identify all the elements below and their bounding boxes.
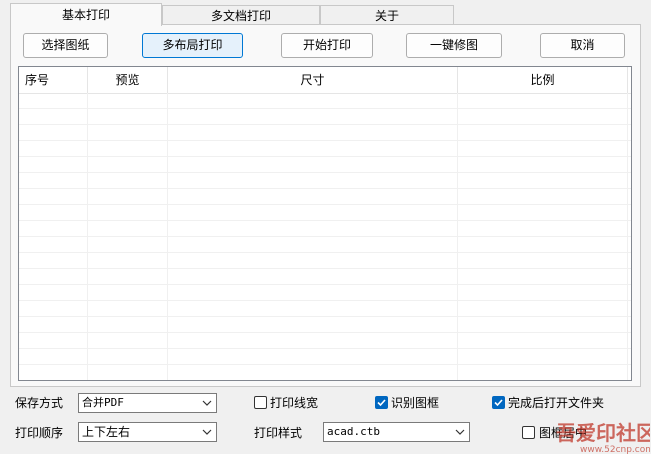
print-style-select[interactable]: acad.ctb — [323, 422, 470, 442]
tab-basic-print[interactable]: 基本打印 — [10, 3, 162, 26]
checkmark-icon — [494, 399, 503, 407]
column-header-size[interactable]: 尺寸 — [168, 67, 458, 93]
table-row[interactable] — [19, 205, 631, 221]
column-divider — [167, 93, 168, 380]
multi-layout-print-button[interactable]: 多布局打印 — [142, 33, 243, 58]
chevron-down-icon — [202, 400, 212, 406]
print-linewidth-label: 打印线宽 — [270, 396, 319, 410]
tab-about[interactable]: 关于 — [320, 5, 454, 25]
checkbox-box[interactable] — [254, 396, 267, 409]
table-row[interactable] — [19, 109, 631, 125]
table-row[interactable] — [19, 253, 631, 269]
print-linewidth-checkbox[interactable]: 打印线宽 — [254, 395, 334, 411]
column-divider — [87, 93, 88, 380]
column-divider — [457, 93, 458, 380]
table-row[interactable] — [19, 157, 631, 173]
table-row[interactable] — [19, 317, 631, 333]
table-row[interactable] — [19, 237, 631, 253]
table-row[interactable] — [19, 365, 631, 380]
table-header: 序号 预览 尺寸 比例 — [19, 67, 631, 94]
table-row[interactable] — [19, 141, 631, 157]
column-header-preview[interactable]: 预览 — [88, 67, 168, 93]
column-header-scale[interactable]: 比例 — [458, 67, 628, 93]
tab-label: 关于 — [374, 9, 399, 23]
print-style-value: acad.ctb — [327, 425, 380, 438]
checkbox-box[interactable] — [375, 396, 388, 409]
select-sheet-button[interactable]: 选择图纸 — [23, 33, 108, 58]
table-row[interactable] — [19, 349, 631, 365]
watermark-logo: 吾爱印社区 www.52cnp.com — [556, 421, 650, 454]
table-row[interactable] — [19, 269, 631, 285]
table-row[interactable] — [19, 125, 631, 141]
tab-multi-document-print[interactable]: 多文档打印 — [162, 5, 320, 25]
watermark-url: www.52cnp.com — [580, 445, 650, 454]
table-row[interactable] — [19, 189, 631, 205]
cancel-button[interactable]: 取消 — [540, 33, 625, 58]
save-mode-value: 合并PDF — [82, 396, 124, 409]
table-row[interactable] — [19, 93, 631, 109]
print-style-label: 打印样式 — [254, 426, 303, 440]
open-folder-checkbox[interactable]: 完成后打开文件夹 — [492, 395, 622, 411]
print-order-select[interactable]: 上下左右 — [78, 422, 217, 442]
column-header-index[interactable]: 序号 — [19, 67, 88, 93]
tab-label: 多文档打印 — [210, 9, 271, 23]
open-folder-label: 完成后打开文件夹 — [508, 396, 605, 410]
checkbox-box[interactable] — [492, 396, 505, 409]
one-click-fix-button[interactable]: 一键修图 — [406, 33, 502, 58]
table-row[interactable] — [19, 301, 631, 317]
watermark-text: 吾爱印社区 — [556, 421, 650, 445]
chevron-down-icon — [202, 429, 212, 435]
detect-frame-checkbox[interactable]: 识别图框 — [375, 395, 455, 411]
print-order-value: 上下左右 — [82, 425, 131, 439]
print-order-label: 打印顺序 — [15, 426, 64, 440]
table-row[interactable] — [19, 333, 631, 349]
start-print-button[interactable]: 开始打印 — [281, 33, 373, 58]
checkmark-icon — [377, 399, 386, 407]
tab-label: 基本打印 — [61, 8, 110, 22]
column-divider — [627, 93, 628, 380]
save-mode-select[interactable]: 合并PDF — [78, 393, 217, 413]
save-mode-label: 保存方式 — [15, 396, 64, 410]
drawing-list-table[interactable]: 序号 预览 尺寸 比例 — [18, 66, 632, 381]
table-row[interactable] — [19, 173, 631, 189]
chevron-down-icon — [455, 429, 465, 435]
table-row[interactable] — [19, 221, 631, 237]
table-row[interactable] — [19, 285, 631, 301]
detect-frame-label: 识别图框 — [391, 396, 440, 410]
